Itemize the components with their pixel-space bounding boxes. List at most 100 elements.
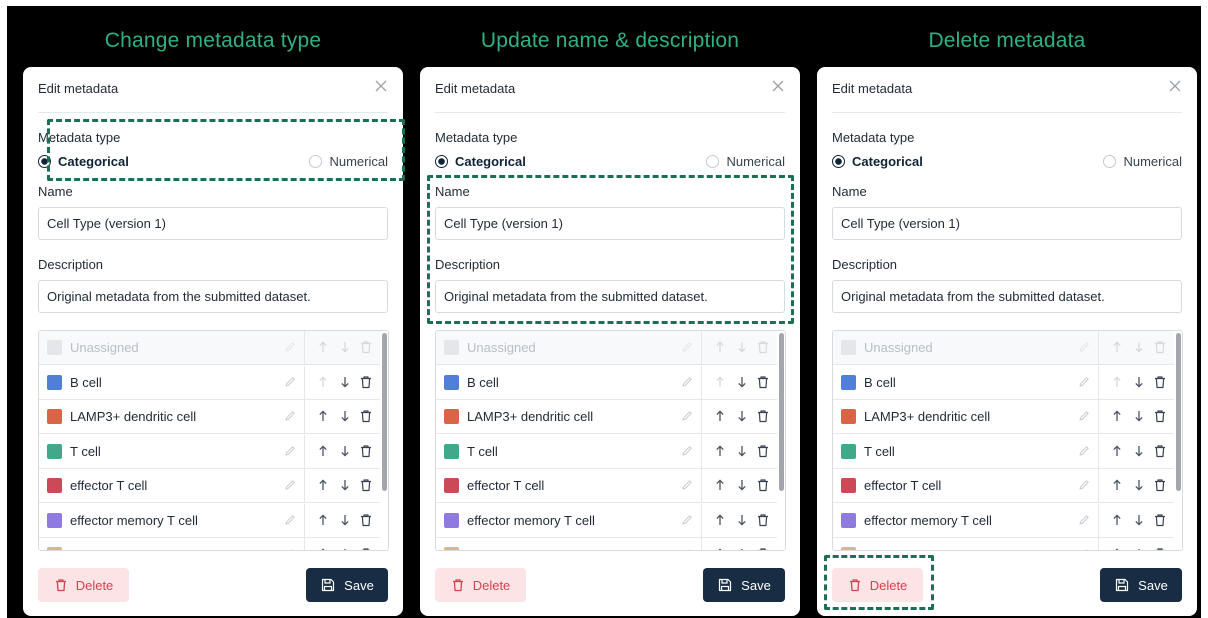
description-input[interactable]: Original metadata from the submitted dat…: [435, 280, 785, 313]
radio-numerical[interactable]: Numerical: [706, 154, 785, 169]
arrow-up-icon[interactable]: [713, 409, 727, 423]
color-swatch[interactable]: [47, 512, 62, 528]
scrollbar[interactable]: [1174, 331, 1182, 550]
trash-icon[interactable]: [756, 547, 770, 550]
radio-categorical[interactable]: Categorical: [38, 154, 129, 169]
trash-icon[interactable]: [1153, 547, 1167, 550]
arrow-down-icon[interactable]: [1132, 547, 1146, 550]
delete-button[interactable]: Delete: [832, 568, 923, 602]
pencil-icon[interactable]: [680, 478, 694, 492]
save-button[interactable]: Save: [1100, 568, 1182, 602]
arrow-up-icon[interactable]: [713, 444, 727, 458]
arrow-down-icon[interactable]: [735, 375, 749, 389]
name-input[interactable]: Cell Type (version 1): [435, 207, 785, 240]
arrow-down-icon[interactable]: [338, 513, 352, 527]
pencil-icon[interactable]: [680, 444, 694, 458]
pencil-icon[interactable]: [283, 478, 297, 492]
color-swatch[interactable]: [444, 478, 459, 493]
pencil-icon[interactable]: [1077, 409, 1091, 423]
arrow-down-icon[interactable]: [338, 444, 352, 458]
arrow-down-icon[interactable]: [1132, 478, 1146, 492]
arrow-up-icon[interactable]: [316, 513, 330, 527]
trash-icon[interactable]: [756, 444, 770, 458]
color-swatch[interactable]: [444, 374, 459, 390]
arrow-down-icon[interactable]: [735, 478, 749, 492]
scrollbar[interactable]: [777, 331, 785, 550]
color-swatch[interactable]: [444, 512, 459, 528]
delete-button[interactable]: Delete: [435, 568, 526, 602]
trash-icon[interactable]: [1153, 409, 1167, 423]
color-swatch[interactable]: [47, 443, 62, 459]
color-swatch[interactable]: [47, 478, 62, 493]
pencil-icon[interactable]: [680, 513, 694, 527]
pencil-icon[interactable]: [283, 444, 297, 458]
pencil-icon[interactable]: [1077, 513, 1091, 527]
pencil-icon[interactable]: [680, 547, 694, 550]
close-icon[interactable]: [770, 78, 786, 94]
pencil-icon[interactable]: [283, 513, 297, 527]
arrow-down-icon[interactable]: [1132, 513, 1146, 527]
arrow-up-icon[interactable]: [1110, 444, 1124, 458]
color-swatch[interactable]: [47, 547, 62, 550]
arrow-up-icon[interactable]: [1110, 409, 1124, 423]
close-icon[interactable]: [373, 78, 389, 94]
color-swatch[interactable]: [841, 443, 856, 459]
arrow-down-icon[interactable]: [338, 409, 352, 423]
scrollbar-thumb[interactable]: [779, 333, 784, 491]
color-swatch[interactable]: [841, 478, 856, 493]
pencil-icon[interactable]: [680, 375, 694, 389]
color-swatch[interactable]: [841, 512, 856, 528]
description-input[interactable]: Original metadata from the submitted dat…: [832, 280, 1182, 313]
arrow-down-icon[interactable]: [735, 547, 749, 550]
arrow-down-icon[interactable]: [735, 444, 749, 458]
radio-categorical[interactable]: Categorical: [435, 154, 526, 169]
trash-icon[interactable]: [359, 375, 373, 389]
trash-icon[interactable]: [359, 409, 373, 423]
arrow-up-icon[interactable]: [713, 478, 727, 492]
trash-icon[interactable]: [756, 478, 770, 492]
color-swatch[interactable]: [444, 340, 459, 355]
arrow-down-icon[interactable]: [338, 478, 352, 492]
pencil-icon[interactable]: [1077, 478, 1091, 492]
trash-icon[interactable]: [756, 375, 770, 389]
arrow-up-icon[interactable]: [316, 478, 330, 492]
name-input[interactable]: Cell Type (version 1): [832, 207, 1182, 240]
arrow-up-icon[interactable]: [713, 547, 727, 550]
radio-categorical[interactable]: Categorical: [832, 154, 923, 169]
arrow-down-icon[interactable]: [735, 409, 749, 423]
radio-numerical[interactable]: Numerical: [309, 154, 388, 169]
color-swatch[interactable]: [444, 443, 459, 459]
trash-icon[interactable]: [1153, 444, 1167, 458]
trash-icon[interactable]: [1153, 375, 1167, 389]
arrow-up-icon[interactable]: [1110, 478, 1124, 492]
delete-button[interactable]: Delete: [38, 568, 129, 602]
radio-numerical[interactable]: Numerical: [1103, 154, 1182, 169]
arrow-down-icon[interactable]: [1132, 444, 1146, 458]
arrow-up-icon[interactable]: [1110, 547, 1124, 550]
arrow-up-icon[interactable]: [713, 513, 727, 527]
pencil-icon[interactable]: [1077, 547, 1091, 550]
color-swatch[interactable]: [47, 374, 62, 390]
pencil-icon[interactable]: [283, 409, 297, 423]
scrollbar[interactable]: [380, 331, 388, 550]
arrow-up-icon[interactable]: [316, 444, 330, 458]
trash-icon[interactable]: [359, 547, 373, 550]
arrow-up-icon[interactable]: [1110, 513, 1124, 527]
description-input[interactable]: Original metadata from the submitted dat…: [38, 280, 388, 313]
color-swatch[interactable]: [444, 409, 459, 424]
name-input[interactable]: Cell Type (version 1): [38, 207, 388, 240]
pencil-icon[interactable]: [680, 409, 694, 423]
pencil-icon[interactable]: [1077, 444, 1091, 458]
trash-icon[interactable]: [359, 513, 373, 527]
arrow-down-icon[interactable]: [338, 375, 352, 389]
save-button[interactable]: Save: [703, 568, 785, 602]
trash-icon[interactable]: [359, 444, 373, 458]
color-swatch[interactable]: [841, 409, 856, 424]
arrow-down-icon[interactable]: [1132, 409, 1146, 423]
trash-icon[interactable]: [756, 409, 770, 423]
arrow-down-icon[interactable]: [735, 513, 749, 527]
arrow-down-icon[interactable]: [1132, 375, 1146, 389]
color-swatch[interactable]: [47, 340, 62, 355]
trash-icon[interactable]: [1153, 513, 1167, 527]
close-icon[interactable]: [1167, 78, 1183, 94]
